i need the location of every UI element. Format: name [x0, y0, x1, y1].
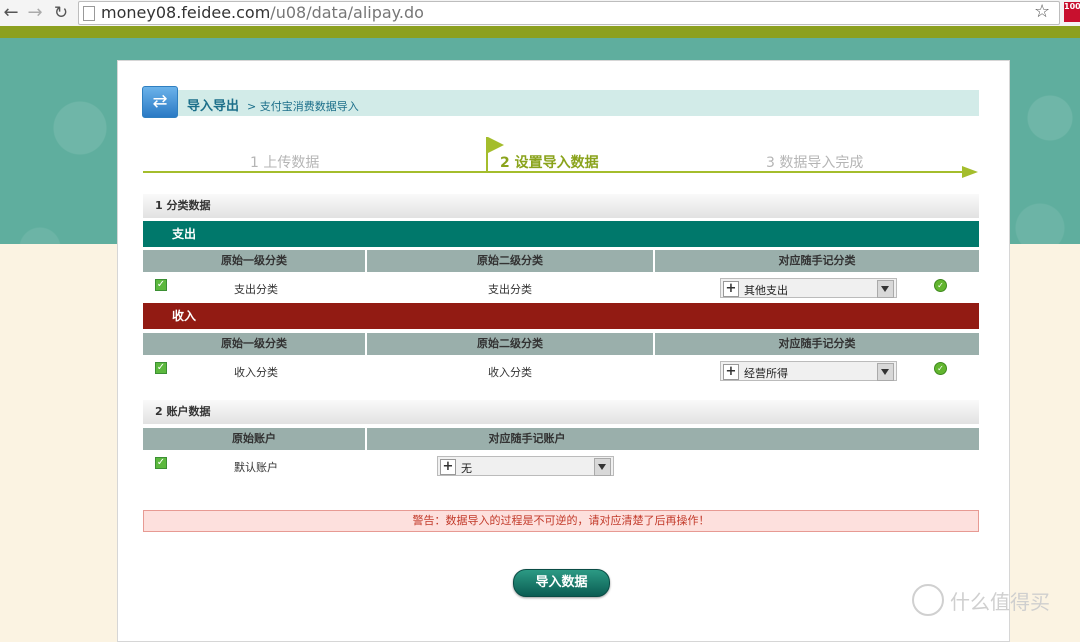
extension-badge: 100	[1064, 2, 1080, 11]
dropdown-arrow-icon[interactable]	[877, 280, 894, 298]
column-mapped-account: 对应随手记账户	[488, 432, 566, 445]
account-cell: 默认账户	[234, 461, 278, 474]
address-bar[interactable]: money08.feidee.com/u08/data/alipay.do	[78, 1, 1060, 25]
plus-icon[interactable]: +	[440, 459, 456, 475]
browser-toolbar: ← → ↻ money08.feidee.com/u08/data/alipay…	[0, 0, 1080, 27]
account-select-value: 无	[461, 462, 472, 475]
bookmark-star-icon[interactable]: ☆	[1034, 1, 1050, 22]
top-green-strip	[0, 26, 1080, 38]
status-ok-icon: ✓	[934, 279, 947, 292]
income-level2-cell: 收入分类	[488, 366, 532, 379]
income-category-value: 经营所得	[744, 367, 788, 380]
income-level1-cell: 收入分类	[234, 366, 278, 379]
page-icon	[83, 6, 95, 21]
step-upload: 1 上传数据	[250, 155, 320, 171]
step-complete: 3 数据导入完成	[766, 155, 864, 171]
income-row-checkbox[interactable]: ✓	[155, 362, 167, 374]
warning-message: 警告：数据导入的过程是不可逆的，请对应清楚了后再操作！	[143, 510, 979, 532]
reload-icon[interactable]: ↻	[50, 2, 72, 24]
dropdown-arrow-icon[interactable]	[594, 458, 611, 476]
page-title: 导入导出	[187, 99, 240, 114]
breadcrumb[interactable]: > 支付宝消费数据导入	[247, 98, 359, 114]
income-category-select[interactable]: + 经营所得	[720, 361, 897, 381]
expense-category-select[interactable]: + 其他支出	[720, 278, 897, 298]
account-column-header: 原始账户 对应随手记账户	[143, 428, 979, 450]
back-arrow-icon[interactable]: ←	[0, 2, 22, 24]
import-export-icon: ⇄	[142, 86, 178, 118]
income-column-header: 原始一级分类 原始二级分类 对应随手记分类	[143, 333, 979, 355]
watermark-logo-icon	[912, 584, 944, 616]
plus-icon[interactable]: +	[723, 364, 739, 380]
column-mapped: 对应随手记分类	[778, 254, 856, 267]
column-level2: 原始二级分类	[367, 333, 655, 355]
plus-icon[interactable]: +	[723, 281, 739, 297]
dropdown-arrow-icon[interactable]	[877, 363, 894, 381]
watermark-text: 什么值得买	[950, 590, 1050, 614]
status-ok-icon: ✓	[934, 362, 947, 375]
column-level2: 原始二级分类	[367, 250, 655, 272]
expense-row-checkbox[interactable]: ✓	[155, 279, 167, 291]
column-level1: 原始一级分类	[143, 250, 367, 272]
income-header: 收入	[143, 303, 979, 329]
expense-header: 支出	[143, 221, 979, 247]
current-step-flag-icon	[488, 137, 504, 153]
column-account: 原始账户	[143, 428, 367, 450]
account-row-checkbox[interactable]: ✓	[155, 457, 167, 469]
url-text: money08.feidee.com/u08/data/alipay.do	[101, 3, 424, 22]
import-data-button[interactable]: 导入数据	[513, 569, 610, 597]
forward-arrow-icon[interactable]: →	[24, 2, 46, 24]
account-select[interactable]: + 无	[437, 456, 614, 476]
progress-arrow-icon	[962, 166, 978, 178]
extension-icon[interactable]: 100	[1064, 2, 1080, 22]
expense-category-value: 其他支出	[744, 284, 788, 297]
expense-level1-cell: 支出分类	[234, 283, 278, 296]
expense-column-header: 原始一级分类 原始二级分类 对应随手记分类	[143, 250, 979, 272]
step-settings: 2 设置导入数据	[500, 155, 599, 171]
section-account-title: 2 账户数据	[143, 400, 979, 424]
column-mapped: 对应随手记分类	[778, 337, 856, 350]
column-level1: 原始一级分类	[143, 333, 367, 355]
section-category-title: 1 分类数据	[143, 194, 979, 218]
expense-level2-cell: 支出分类	[488, 283, 532, 296]
